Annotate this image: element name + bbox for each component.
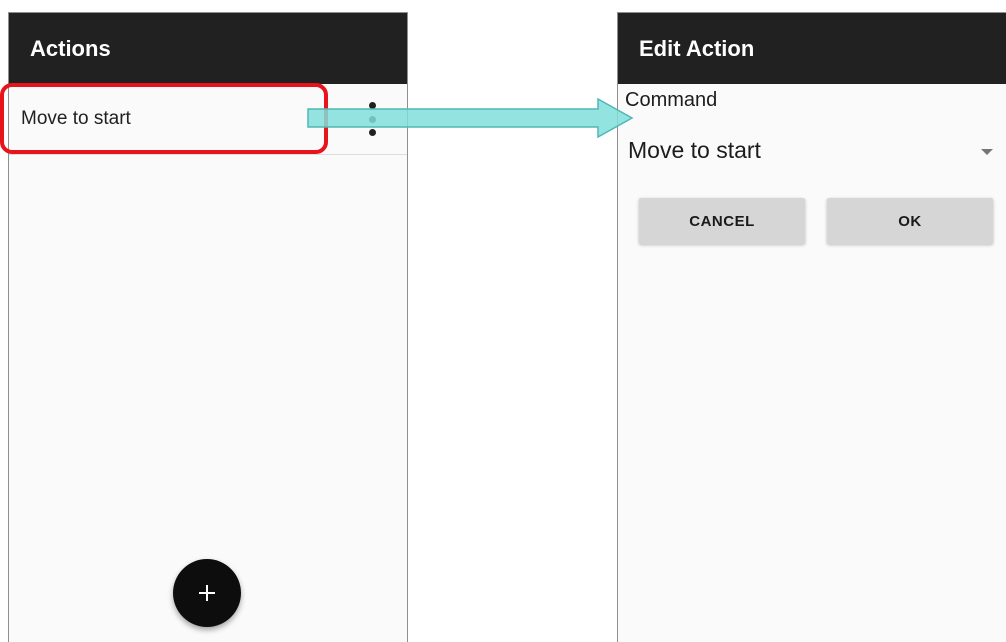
actions-app-bar: Actions	[9, 13, 407, 84]
add-action-button[interactable]	[173, 559, 241, 627]
plus-icon	[199, 585, 215, 601]
actions-title: Actions	[30, 36, 111, 61]
overflow-dot	[368, 102, 376, 109]
more-vert-icon[interactable]	[365, 102, 379, 136]
stage: Actions Move to start Edit Action Comman…	[0, 0, 1006, 642]
dropdown-caret-icon	[981, 149, 993, 155]
edit-action-screen: Edit Action Command Move to start CANCEL…	[617, 12, 1006, 642]
edit-action-title: Edit Action	[639, 36, 755, 61]
cancel-button[interactable]: CANCEL	[639, 198, 805, 244]
overflow-dot	[368, 129, 376, 136]
ok-button[interactable]: OK	[827, 198, 993, 244]
actions-screen: Actions Move to start	[8, 12, 408, 642]
list-item-label: Move to start	[21, 108, 131, 129]
list-item[interactable]: Move to start	[9, 84, 407, 155]
command-select[interactable]: Move to start	[618, 129, 1006, 173]
edit-action-app-bar: Edit Action	[618, 13, 1006, 84]
overflow-dot	[368, 115, 376, 123]
command-label: Command	[625, 89, 718, 111]
command-select-value: Move to start	[628, 137, 761, 163]
